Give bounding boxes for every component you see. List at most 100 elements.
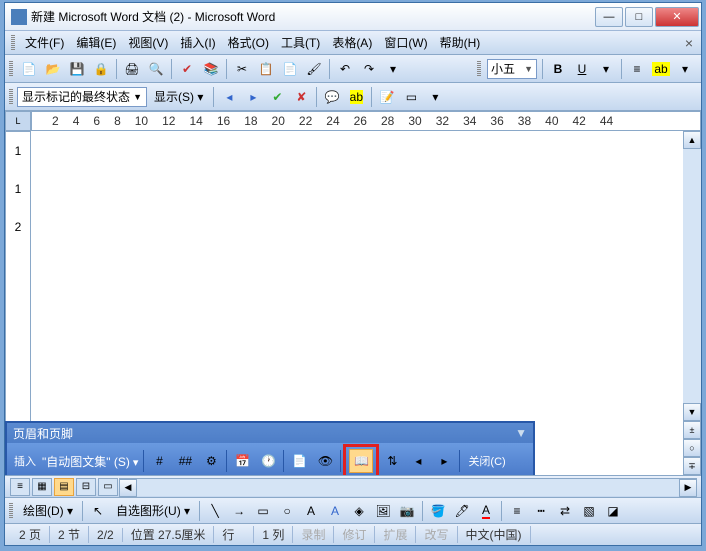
grip-icon[interactable]	[9, 503, 13, 519]
hf-close-button[interactable]: 关闭(C)	[462, 453, 511, 469]
menu-format[interactable]: 格式(O)	[222, 32, 275, 53]
scroll-left-icon[interactable]: ◀	[119, 479, 137, 497]
prev-change-icon[interactable]: ◂	[218, 86, 240, 108]
rect-icon[interactable]: ▭	[252, 500, 274, 522]
minimize-button[interactable]: —	[595, 7, 623, 27]
underline-button[interactable]: U	[571, 58, 593, 80]
close-button[interactable]: ✕	[655, 7, 699, 27]
scrollbar-horizontal[interactable]: ◀ ▶	[119, 478, 697, 496]
scrollbar-vertical[interactable]: ▲ ▼ ± ○ ∓	[683, 131, 701, 475]
menu-help[interactable]: 帮助(H)	[434, 32, 487, 53]
comment-icon[interactable]: 💬	[321, 86, 343, 108]
accept-icon[interactable]: ✔	[266, 86, 288, 108]
arrow-icon[interactable]: →	[228, 500, 250, 522]
textbox-icon[interactable]: A	[300, 500, 322, 522]
markup-state-select[interactable]: 显示标记的最终状态 ▼	[17, 87, 147, 107]
autoshape-menu[interactable]: 自选图形(U) ▾	[110, 500, 196, 521]
menu-table[interactable]: 表格(A)	[326, 32, 378, 53]
scroll-up-icon[interactable]: ▲	[683, 131, 701, 149]
diagram-icon[interactable]: ◈	[348, 500, 370, 522]
oval-icon[interactable]: ○	[276, 500, 298, 522]
scroll-right-icon[interactable]: ▶	[679, 479, 697, 497]
same-as-previous-button[interactable]: 📖	[349, 449, 373, 473]
normal-view-icon[interactable]: ≡	[10, 478, 30, 496]
page-setup-icon[interactable]: 📄	[287, 449, 311, 473]
grip-icon[interactable]	[9, 61, 13, 77]
wordart-icon[interactable]: A	[324, 500, 346, 522]
open-icon[interactable]: 📂	[42, 58, 64, 80]
prev-section-icon[interactable]: ◂	[406, 449, 430, 473]
menu-edit[interactable]: 编辑(E)	[70, 32, 122, 53]
status-lang[interactable]: 中文(中国)	[458, 526, 531, 543]
fill-icon[interactable]: 🪣	[427, 500, 449, 522]
line-style-icon[interactable]: ≡	[506, 500, 528, 522]
copy-icon[interactable]: 📋	[255, 58, 277, 80]
select-icon[interactable]: ↖	[87, 500, 109, 522]
status-ovr[interactable]: 改写	[416, 526, 457, 543]
scroll-down-icon[interactable]: ▼	[683, 403, 701, 421]
bold-button[interactable]: B	[547, 58, 569, 80]
cut-icon[interactable]: ✂	[231, 58, 253, 80]
line-color-icon[interactable]: 🖊	[451, 500, 473, 522]
status-ext[interactable]: 扩展	[375, 526, 416, 543]
status-rev[interactable]: 修订	[334, 526, 375, 543]
permissions-icon[interactable]: 🔒	[90, 58, 112, 80]
status-rec[interactable]: 录制	[293, 526, 334, 543]
show-text-icon[interactable]: 👁	[313, 449, 337, 473]
switch-hf-icon[interactable]: ⇅	[380, 449, 404, 473]
clipart-icon[interactable]: 🖼	[372, 500, 394, 522]
print-icon[interactable]: 🖨	[121, 58, 143, 80]
ruler-corner[interactable]: L	[5, 111, 31, 131]
hf-collapse-icon[interactable]: ▼	[515, 426, 527, 440]
next-section-icon[interactable]: ▸	[432, 449, 456, 473]
save-icon[interactable]: 💾	[66, 58, 88, 80]
format-painter-icon[interactable]: 🖌	[303, 58, 325, 80]
hf-autotext-button[interactable]: "自动图文集" (S) ▾	[39, 453, 141, 470]
show-button[interactable]: 显示(S) ▾	[147, 85, 210, 108]
highlight2-icon[interactable]: ab	[345, 86, 367, 108]
outline-view-icon[interactable]: ⊟	[76, 478, 96, 496]
new-icon[interactable]: 📄	[18, 58, 40, 80]
draw-menu[interactable]: 绘图(D) ▾	[17, 500, 79, 521]
track-icon[interactable]: 📝	[376, 86, 398, 108]
spellcheck-icon[interactable]: ✔	[176, 58, 198, 80]
page-number-icon[interactable]: #	[147, 449, 171, 473]
more2-icon[interactable]: ▾	[674, 58, 696, 80]
reject-icon[interactable]: ✘	[290, 86, 312, 108]
font-color-icon[interactable]: A	[475, 500, 497, 522]
picture-icon[interactable]: 📷	[396, 500, 418, 522]
menu-insert[interactable]: 插入(I)	[174, 32, 221, 53]
total-pages-icon[interactable]: ##	[173, 449, 197, 473]
menu-tools[interactable]: 工具(T)	[275, 32, 326, 53]
shadow-icon[interactable]: ▧	[578, 500, 600, 522]
underline-dd[interactable]: ▾	[595, 58, 617, 80]
highlight-icon[interactable]: ab	[650, 58, 672, 80]
menu-window[interactable]: 窗口(W)	[378, 32, 433, 53]
doc-close-button[interactable]: ×	[681, 35, 697, 51]
pane-icon[interactable]: ▭	[400, 86, 422, 108]
time-icon[interactable]: 🕐	[256, 449, 280, 473]
font-size-select[interactable]: 小五 ▼	[487, 59, 537, 79]
line-icon[interactable]: ╲	[204, 500, 226, 522]
dash-icon[interactable]: ┅	[530, 500, 552, 522]
browse-icon[interactable]: ○	[683, 439, 701, 457]
more3-icon[interactable]: ▾	[424, 86, 446, 108]
3d-icon[interactable]: ◪	[602, 500, 624, 522]
hf-title[interactable]: 页眉和页脚 ▼	[7, 423, 533, 443]
menu-file[interactable]: 文件(F)	[19, 32, 70, 53]
next-change-icon[interactable]: ▸	[242, 86, 264, 108]
maximize-button[interactable]: □	[625, 7, 653, 27]
redo-icon[interactable]: ↷	[358, 58, 380, 80]
paste-icon[interactable]: 📄	[279, 58, 301, 80]
ruler-horizontal[interactable]: 2468101214161820222426283032343638404244	[31, 111, 701, 131]
arrow-style-icon[interactable]: ⇄	[554, 500, 576, 522]
research-icon[interactable]: 📚	[200, 58, 222, 80]
undo-icon[interactable]: ↶	[334, 58, 356, 80]
menu-view[interactable]: 视图(V)	[122, 32, 174, 53]
more-icon[interactable]: ▾	[382, 58, 404, 80]
align-icon[interactable]: ≡	[626, 58, 648, 80]
scroll-track[interactable]	[683, 149, 701, 403]
print-view-icon[interactable]: ▤	[54, 478, 74, 496]
date-icon[interactable]: 📅	[230, 449, 254, 473]
grip-icon[interactable]	[477, 61, 481, 77]
